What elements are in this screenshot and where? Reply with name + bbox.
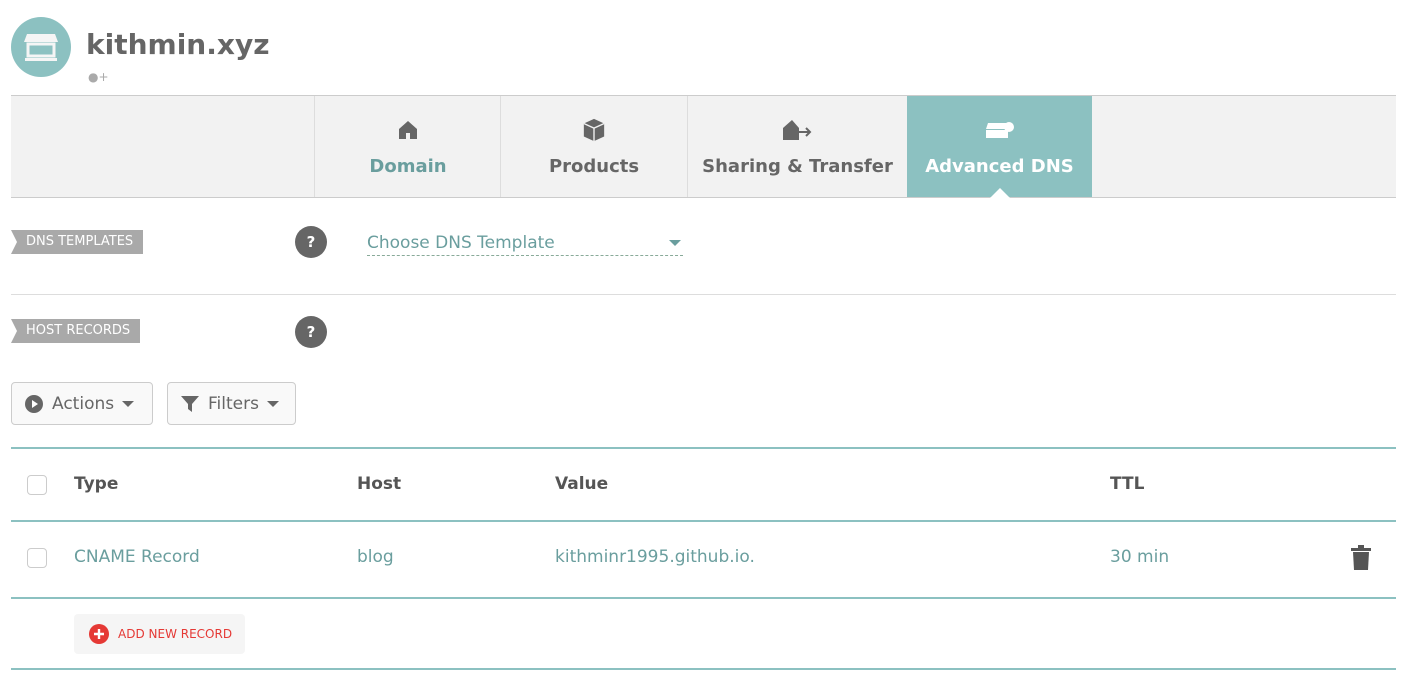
trash-icon[interactable]	[1351, 545, 1371, 570]
chevron-down-icon	[266, 400, 279, 407]
add-tag-icon[interactable]: ●+	[88, 70, 109, 84]
filters-button[interactable]: Filters	[167, 382, 296, 425]
tab-label: Domain	[369, 156, 447, 177]
server-gear-icon	[985, 122, 1014, 138]
record-value[interactable]: kithminr1995.github.io.	[555, 547, 755, 567]
actions-button[interactable]: Actions	[11, 382, 153, 425]
tab-domain[interactable]: Domain	[314, 96, 501, 197]
plus-circle-icon	[89, 624, 109, 644]
select-value: Choose DNS Template	[367, 232, 555, 253]
actions-label: Actions	[52, 393, 115, 414]
avatar	[11, 17, 71, 77]
host-records-label: HOST RECORDS	[11, 319, 141, 343]
house-arrow-icon	[782, 120, 811, 140]
add-new-record-button[interactable]: ADD NEW RECORD	[74, 614, 245, 654]
dns-templates-help-icon[interactable]: ?	[295, 226, 327, 258]
tab-label: Advanced DNS	[925, 156, 1074, 177]
store-icon	[24, 34, 58, 61]
table-bottom-border	[11, 668, 1396, 670]
tab-label: Products	[548, 156, 640, 177]
divider	[11, 294, 1396, 295]
domain-tabs: Domain Products Sharing & Transfer Advan…	[11, 95, 1396, 198]
add-record-label: ADD NEW RECORD	[118, 627, 233, 641]
dns-templates-label: DNS TEMPLATES	[11, 230, 144, 254]
column-value[interactable]: Value	[555, 474, 608, 494]
tab-sharing-transfer[interactable]: Sharing & Transfer	[687, 96, 907, 197]
filter-icon	[181, 395, 199, 412]
tab-products[interactable]: Products	[500, 96, 687, 197]
row-checkbox[interactable]	[27, 548, 47, 568]
column-type[interactable]: Type	[74, 474, 118, 494]
filters-label: Filters	[208, 393, 259, 414]
row-border	[11, 597, 1396, 599]
box-icon	[583, 118, 605, 142]
table-top-border	[11, 447, 1396, 449]
record-ttl[interactable]: 30 min	[1110, 547, 1169, 567]
column-host[interactable]: Host	[357, 474, 401, 494]
record-host[interactable]: blog	[357, 547, 394, 567]
domain-title: kithmin.xyz	[86, 28, 270, 61]
chevron-down-icon	[669, 239, 681, 246]
column-ttl[interactable]: TTL	[1110, 474, 1144, 494]
tab-advanced-dns[interactable]: Advanced DNS	[907, 96, 1092, 198]
select-all-checkbox[interactable]	[27, 475, 47, 495]
chevron-down-icon	[122, 400, 135, 407]
host-records-help-icon[interactable]: ?	[295, 316, 327, 348]
tab-label: Sharing & Transfer	[702, 156, 893, 177]
dns-template-select[interactable]: Choose DNS Template	[367, 230, 683, 256]
record-type[interactable]: CNAME Record	[74, 547, 200, 567]
play-icon	[25, 394, 43, 413]
home-icon	[399, 121, 417, 139]
header-border	[11, 520, 1396, 522]
